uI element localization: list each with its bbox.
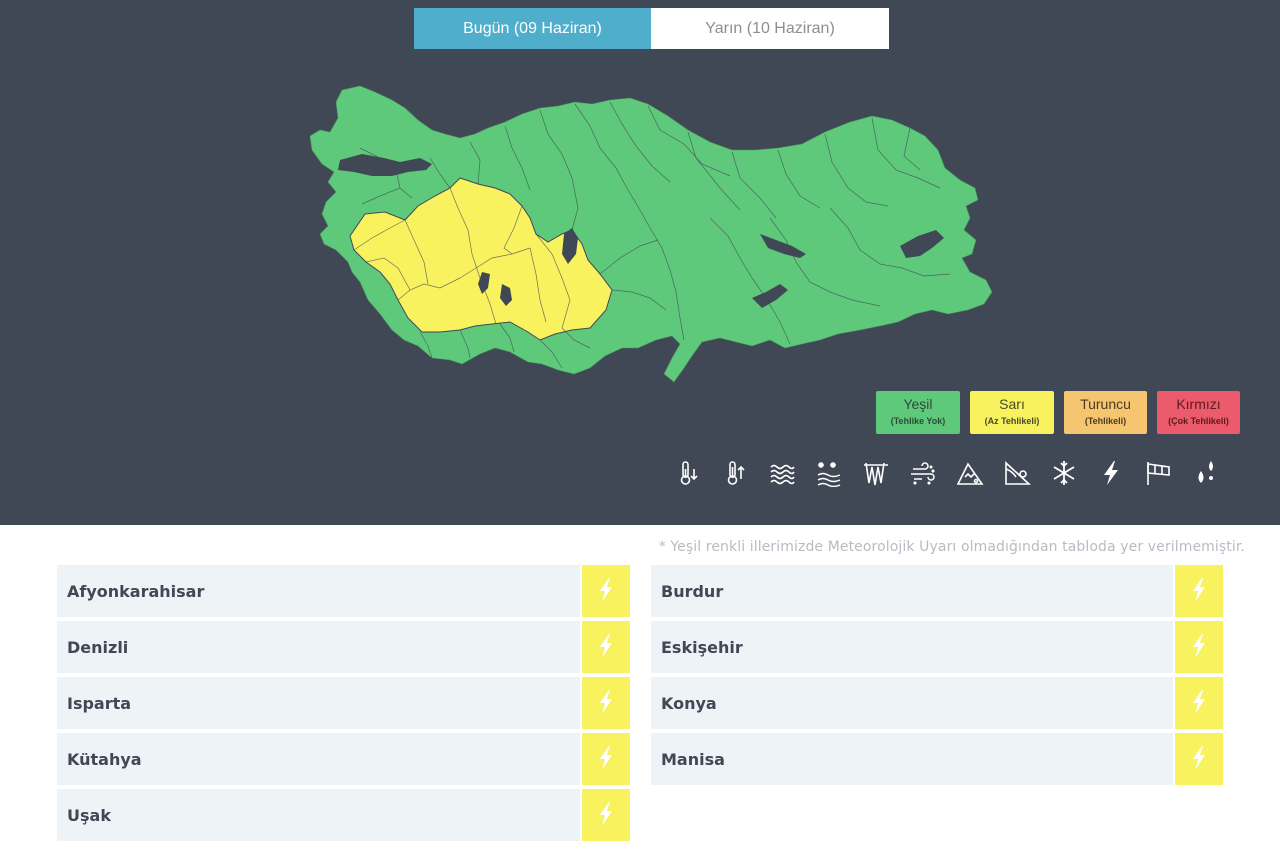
snow-icon[interactable] <box>1046 455 1082 491</box>
legend-green: Yeşil (Tehlike Yok) <box>876 391 960 434</box>
thunderstorm-icon <box>600 690 612 714</box>
thunderstorm-warning-badge[interactable] <box>582 565 630 617</box>
table-row[interactable]: Burdur <box>651 565 1223 617</box>
legend-orange-label: Turuncu <box>1080 396 1131 412</box>
legend-green-sub: (Tehlike Yok) <box>890 416 946 426</box>
day-tabs: Bugün (09 Haziran) Yarın (10 Haziran) <box>414 8 889 49</box>
thunderstorm-warning-badge[interactable] <box>582 733 630 785</box>
legend-yellow-label: Sarı <box>999 396 1025 412</box>
thunderstorm-icon <box>1193 746 1205 770</box>
thunderstorm-icon <box>600 746 612 770</box>
province-name: Konya <box>651 677 1173 729</box>
thunderstorm-icon <box>1193 578 1205 602</box>
thunderstorm-warning-badge[interactable] <box>582 621 630 673</box>
info-note: * Yeşil renkli illerimizde Meteorolojik … <box>658 539 1245 555</box>
rain-icon[interactable] <box>764 455 800 491</box>
weather-warning-panel: Bugün (09 Haziran) Yarın (10 Haziran) Ye… <box>0 0 1280 525</box>
warning-list-left: Afyonkarahisar Denizli Isparta Kütahya U… <box>57 565 630 845</box>
legend-orange-sub: (Tehlikeli) <box>1084 416 1127 426</box>
province-name: Isparta <box>57 677 580 729</box>
fog-icon[interactable] <box>858 455 894 491</box>
legend-orange: Turuncu (Tehlikeli) <box>1064 391 1147 434</box>
table-row[interactable]: Uşak <box>57 789 630 841</box>
tab-tomorrow[interactable]: Yarın (10 Haziran) <box>651 8 889 49</box>
thunderstorm-icon <box>600 802 612 826</box>
high-temperature-icon[interactable] <box>717 455 753 491</box>
province-name: Kütahya <box>57 733 580 785</box>
table-row[interactable]: Kütahya <box>57 733 630 785</box>
legend-yellow-sub: (Az Tehlikeli) <box>984 416 1040 426</box>
province-name: Burdur <box>651 565 1173 617</box>
table-row[interactable]: Eskişehir <box>651 621 1223 673</box>
legend-red: Kırmızı (Çok Tehlikeli) <box>1157 391 1240 434</box>
wind-dust-icon[interactable] <box>905 455 941 491</box>
risk-legend: Yeşil (Tehlike Yok) Sarı (Az Tehlikeli) … <box>876 391 1240 434</box>
province-name: Uşak <box>57 789 580 841</box>
province-name: Eskişehir <box>651 621 1173 673</box>
province-name: Manisa <box>651 733 1173 785</box>
landslide-icon[interactable] <box>999 455 1035 491</box>
turkey-warning-map[interactable] <box>300 78 1000 388</box>
table-row[interactable]: Konya <box>651 677 1223 729</box>
table-row[interactable]: Isparta <box>57 677 630 729</box>
warning-list-right: Burdur Eskişehir Konya Manisa <box>651 565 1223 789</box>
legend-red-label: Kırmızı <box>1176 396 1221 412</box>
thunderstorm-warning-badge[interactable] <box>582 789 630 841</box>
thunderstorm-icon <box>600 578 612 602</box>
legend-green-label: Yeşil <box>903 396 933 412</box>
hail-icon[interactable] <box>1187 455 1223 491</box>
tab-today[interactable]: Bugün (09 Haziran) <box>414 8 651 49</box>
thunderstorm-icon[interactable] <box>1093 455 1129 491</box>
legend-red-sub: (Çok Tehlikeli) <box>1168 416 1229 426</box>
wind-icon[interactable] <box>1140 455 1176 491</box>
table-row[interactable]: Afyonkarahisar <box>57 565 630 617</box>
province-name: Denizli <box>57 621 580 673</box>
thunderstorm-warning-badge[interactable] <box>1175 677 1223 729</box>
hazard-icon-bar <box>670 455 1223 491</box>
province-name: Afyonkarahisar <box>57 565 580 617</box>
low-temperature-icon[interactable] <box>670 455 706 491</box>
thunderstorm-icon <box>600 634 612 658</box>
thunderstorm-icon <box>1193 690 1205 714</box>
avalanche-icon[interactable] <box>952 455 988 491</box>
thunderstorm-warning-badge[interactable] <box>1175 565 1223 617</box>
snowmelt-icon[interactable] <box>811 455 847 491</box>
thunderstorm-warning-badge[interactable] <box>582 677 630 729</box>
thunderstorm-warning-badge[interactable] <box>1175 733 1223 785</box>
table-row[interactable]: Denizli <box>57 621 630 673</box>
thunderstorm-warning-badge[interactable] <box>1175 621 1223 673</box>
table-row[interactable]: Manisa <box>651 733 1223 785</box>
thunderstorm-icon <box>1193 634 1205 658</box>
legend-yellow: Sarı (Az Tehlikeli) <box>970 391 1054 434</box>
